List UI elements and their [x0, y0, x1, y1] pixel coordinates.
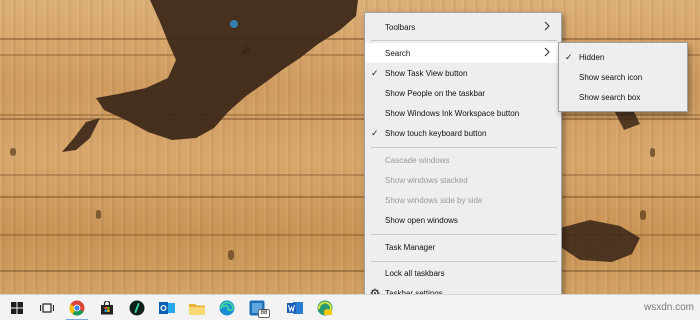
menu-item-toolbars[interactable]: Toolbars	[365, 17, 561, 37]
chrome-button[interactable]	[62, 295, 92, 320]
menu-item-label: Toolbars	[385, 22, 416, 32]
menu-item-show-windows-ink-workspace-button[interactable]: Show Windows Ink Workspace button	[365, 103, 561, 123]
menu-item-task-manager[interactable]: Task Manager	[365, 237, 561, 257]
menu-separator	[371, 261, 557, 262]
outlook-icon	[159, 302, 175, 314]
menu-item-label: Show search box	[579, 92, 641, 102]
task-view-button[interactable]	[32, 295, 62, 320]
menu-item-label: Task Manager	[385, 242, 436, 252]
edge-canary-icon	[317, 300, 333, 316]
menu-item-show-open-windows[interactable]: Show open windows	[365, 210, 561, 230]
menu-item-label: Lock all taskbars	[385, 268, 445, 278]
search-submenu: ✓ Hidden Show search icon Show search bo…	[558, 42, 688, 112]
menu-item-label: Hidden	[579, 52, 605, 62]
file-explorer-button[interactable]	[182, 295, 212, 320]
taskbar: 88	[0, 294, 700, 320]
windows-logo-icon	[11, 302, 23, 314]
watermark-text: wsxdn.com	[643, 302, 694, 313]
store-button[interactable]	[92, 295, 122, 320]
menu-separator	[371, 147, 557, 148]
menu-item-show-task-view-button[interactable]: ✓ Show Task View button	[365, 63, 561, 83]
chevron-right-icon	[544, 21, 550, 31]
edge-canary-button[interactable]	[310, 295, 340, 320]
app-button[interactable]	[122, 295, 152, 320]
store-icon	[101, 301, 113, 315]
menu-item-show-touch-keyboard-button[interactable]: ✓ Show touch keyboard button	[365, 123, 561, 143]
menu-separator	[371, 234, 557, 235]
word-icon	[287, 302, 303, 314]
menu-item-label: Show open windows	[385, 215, 458, 225]
start-button[interactable]	[2, 295, 32, 320]
notification-badge: 88	[258, 309, 270, 318]
menu-item-label: Cascade windows	[385, 155, 450, 165]
task-view-icon	[40, 303, 54, 313]
menu-item-search[interactable]: Search	[365, 43, 561, 63]
menu-item-label: Show search icon	[579, 72, 643, 82]
outlook-button[interactable]	[152, 295, 182, 320]
submenu-item-hidden[interactable]: ✓ Hidden	[559, 47, 687, 67]
circle-app-icon	[129, 300, 145, 316]
taskbar-context-menu: Toolbars Search ✓ Show Task View button …	[364, 12, 562, 304]
menu-item-label: Show People on the taskbar	[385, 88, 486, 98]
menu-item-label: Show Windows Ink Workspace button	[385, 108, 520, 118]
menu-item-label: Show windows stacked	[385, 175, 468, 185]
checkmark-icon: ✓	[565, 51, 573, 62]
chevron-right-icon	[544, 47, 550, 57]
menu-item-label: Show windows side by side	[385, 195, 483, 205]
edge-button[interactable]	[212, 295, 242, 320]
menu-item-label: Show Task View button	[385, 68, 468, 78]
menu-item-show-windows-stacked[interactable]: Show windows stacked	[365, 170, 561, 190]
chrome-icon	[69, 300, 85, 316]
menu-separator	[371, 40, 557, 41]
folder-icon	[189, 303, 205, 315]
menu-item-label: Show touch keyboard button	[385, 128, 487, 138]
checkmark-icon: ✓	[371, 67, 379, 78]
checkmark-icon: ✓	[371, 127, 379, 138]
app-88-button[interactable]: 88	[242, 295, 272, 320]
menu-item-cascade-windows[interactable]: Cascade windows	[365, 150, 561, 170]
menu-item-show-people-on-taskbar[interactable]: Show People on the taskbar	[365, 83, 561, 103]
menu-item-show-windows-side-by-side[interactable]: Show windows side by side	[365, 190, 561, 210]
submenu-item-show-search-icon[interactable]: Show search icon	[559, 67, 687, 87]
menu-item-label: Search	[385, 48, 411, 58]
menu-item-lock-all-taskbars[interactable]: Lock all taskbars	[365, 263, 561, 283]
submenu-item-show-search-box[interactable]: Show search box	[559, 87, 687, 107]
word-button[interactable]	[280, 295, 310, 320]
edge-icon	[219, 300, 235, 316]
